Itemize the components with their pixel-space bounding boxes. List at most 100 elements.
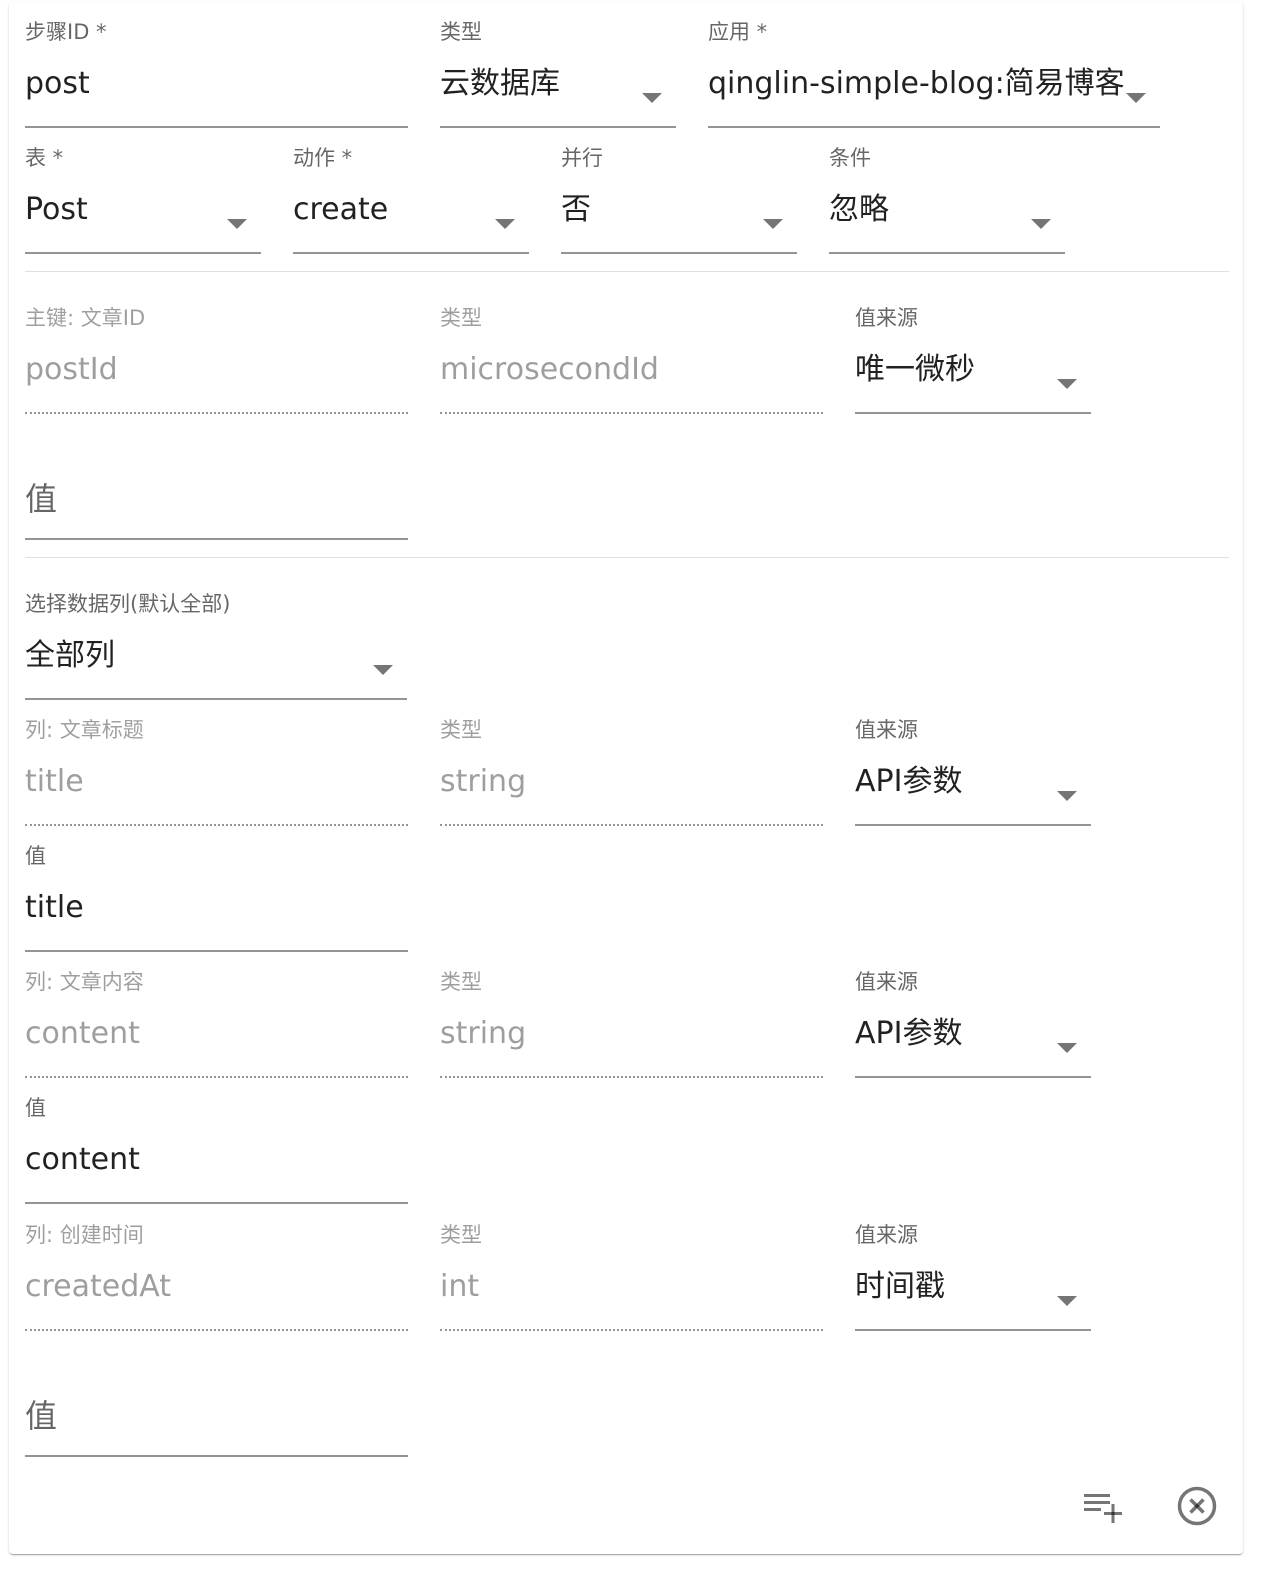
column-name-underline	[25, 1329, 408, 1331]
column-name-label: 列: 文章标题	[25, 718, 144, 742]
column-value-underline	[25, 950, 408, 952]
column-type-label: 类型	[440, 1223, 482, 1247]
column-source-select[interactable]: 值来源 API参数	[855, 716, 1091, 828]
column-source-label: 值来源	[855, 970, 918, 994]
divider	[25, 271, 1229, 272]
step-id-value[interactable]: post	[25, 62, 90, 106]
column-source-select[interactable]: 值来源 时间戳	[855, 1221, 1091, 1333]
primary-key-type-value: microsecondId	[440, 352, 659, 387]
action-select[interactable]: 动作 * create	[293, 144, 529, 256]
column-name-label: 列: 文章内容	[25, 970, 144, 994]
column-source-underline	[855, 1076, 1091, 1078]
columns-select-label: 选择数据列(默认全部)	[25, 592, 231, 616]
columns-select[interactable]: 选择数据列(默认全部) 全部列	[25, 590, 407, 702]
primary-key-type-label: 类型	[440, 306, 482, 330]
column-value-input[interactable]: 值	[25, 1347, 408, 1459]
table-underline	[25, 252, 261, 254]
primary-key-value-placeholder: 值	[25, 480, 58, 518]
column-name-underline	[25, 1076, 408, 1078]
action-value: create	[293, 192, 389, 227]
condition-underline	[829, 252, 1065, 254]
chevron-down-icon	[1057, 1296, 1077, 1306]
column-name-field: 列: 创建时间 createdAt	[25, 1221, 408, 1333]
column-value-placeholder: 值	[25, 1397, 58, 1435]
parallel-underline	[561, 252, 797, 254]
primary-key-underline	[25, 412, 408, 414]
column-name-field: 列: 文章内容 content	[25, 968, 408, 1080]
action-underline	[293, 252, 529, 254]
app-underline	[708, 126, 1160, 128]
column-source-value: 时间戳	[855, 1269, 945, 1304]
column-value-value[interactable]: title	[25, 886, 84, 930]
column-value-label: 值	[25, 1096, 46, 1120]
column-name-field: 列: 文章标题 title	[25, 716, 408, 828]
column-type-field: 类型 string	[440, 716, 823, 828]
chevron-down-icon	[1057, 1043, 1077, 1053]
column-type-value: string	[440, 764, 527, 799]
parallel-label: 并行	[561, 146, 603, 170]
primary-key-source-value: 唯一微秒	[855, 352, 975, 387]
parallel-value: 否	[561, 192, 591, 227]
chevron-down-icon	[1126, 93, 1146, 103]
column-name-underline	[25, 824, 408, 826]
column-source-underline	[855, 1329, 1091, 1331]
type-value: 云数据库	[440, 66, 560, 101]
chevron-down-icon	[227, 219, 247, 229]
column-source-label: 值来源	[855, 1223, 918, 1247]
primary-key-value-input[interactable]: 值	[25, 430, 408, 542]
columns-select-underline	[25, 698, 407, 700]
primary-key-label: 主键: 文章ID	[25, 306, 146, 330]
step-id-underline	[25, 126, 408, 128]
condition-value: 忽略	[829, 192, 889, 227]
chevron-down-icon	[642, 93, 662, 103]
divider	[25, 557, 1229, 558]
column-type-label: 类型	[440, 718, 482, 742]
primary-key-value-underline	[25, 538, 408, 540]
column-type-underline	[440, 824, 823, 826]
column-name-value: content	[25, 1016, 140, 1051]
column-type-field: 类型 int	[440, 1221, 823, 1333]
column-value-input[interactable]: 值 title	[25, 842, 408, 954]
chevron-down-icon	[495, 219, 515, 229]
parallel-select[interactable]: 并行 否	[561, 144, 797, 256]
column-name-label: 列: 创建时间	[25, 1223, 144, 1247]
table-label: 表 *	[25, 146, 64, 170]
column-type-field: 类型 string	[440, 968, 823, 1080]
table-value: Post	[25, 192, 88, 227]
close-circle-outline-icon[interactable]	[1176, 1485, 1218, 1527]
column-type-label: 类型	[440, 970, 482, 994]
column-type-underline	[440, 1076, 823, 1078]
type-label: 类型	[440, 20, 482, 44]
type-select[interactable]: 类型 云数据库	[440, 18, 676, 130]
column-type-value: int	[440, 1269, 480, 1304]
column-type-value: string	[440, 1016, 527, 1051]
condition-label: 条件	[829, 146, 871, 170]
primary-key-name-field: 主键: 文章ID postId	[25, 304, 408, 416]
column-source-select[interactable]: 值来源 API参数	[855, 968, 1091, 1080]
primary-key-source-label: 值来源	[855, 306, 918, 330]
column-source-underline	[855, 824, 1091, 826]
playlist-add-icon[interactable]	[1080, 1488, 1126, 1524]
primary-key-value: postId	[25, 352, 118, 387]
table-select[interactable]: 表 * Post	[25, 144, 261, 256]
step-id-field[interactable]: 步骤ID * post	[25, 18, 408, 130]
chevron-down-icon	[1031, 219, 1051, 229]
chevron-down-icon	[763, 219, 783, 229]
column-value-value[interactable]: content	[25, 1138, 140, 1182]
column-value-label: 值	[25, 844, 46, 868]
column-value-underline	[25, 1455, 408, 1457]
column-value-underline	[25, 1202, 408, 1204]
condition-select[interactable]: 条件 忽略	[829, 144, 1065, 256]
primary-key-source-select[interactable]: 值来源 唯一微秒	[855, 304, 1091, 416]
column-name-value: title	[25, 764, 84, 799]
step-id-label: 步骤ID *	[25, 20, 107, 44]
column-source-value: API参数	[855, 1016, 963, 1051]
column-value-input[interactable]: 值 content	[25, 1094, 408, 1206]
action-label: 动作 *	[293, 146, 353, 170]
primary-key-source-underline	[855, 412, 1091, 414]
app-select[interactable]: 应用 * qinglin-simple-blog:简易博客	[708, 18, 1160, 130]
app-label: 应用 *	[708, 20, 768, 44]
column-type-underline	[440, 1329, 823, 1331]
columns-select-value: 全部列	[25, 638, 115, 673]
chevron-down-icon	[1057, 791, 1077, 801]
